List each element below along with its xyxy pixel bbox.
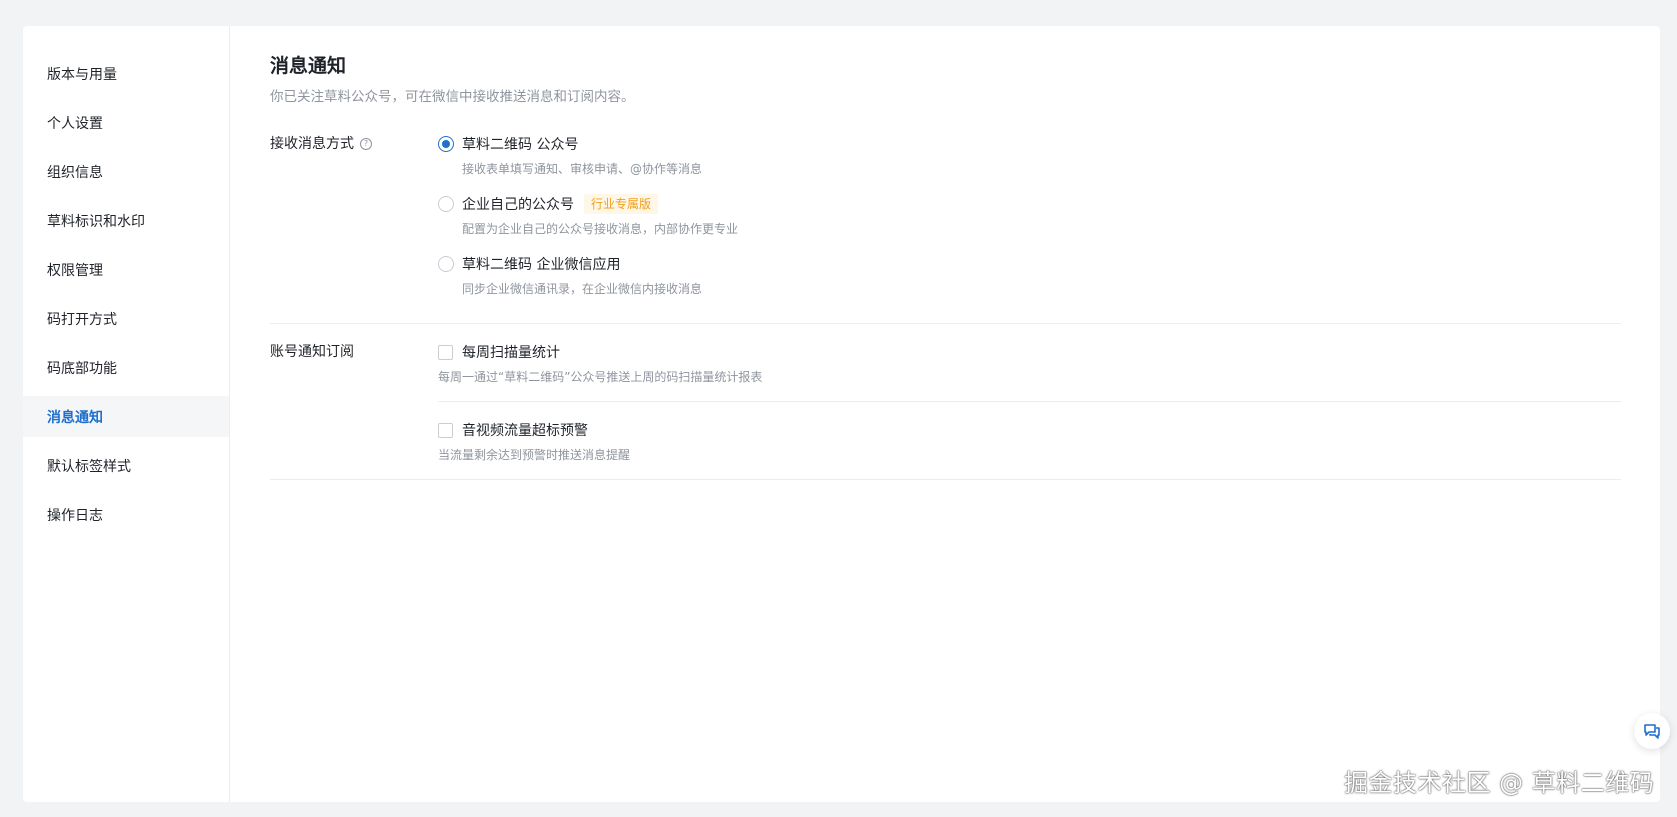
sidebar-item-personal-settings[interactable]: 个人设置: [23, 102, 229, 143]
sidebar-item-organization-info[interactable]: 组织信息: [23, 151, 229, 192]
settings-panel: 版本与用量 个人设置 组织信息 草料标识和水印 权限管理 码打开方式 码底部功能…: [23, 26, 1660, 802]
receive-option-wecom-app: 草料二维码 企业微信应用 同步企业微信通讯录，在企业微信内接收消息: [438, 253, 1621, 298]
subscription-item-description: 每周一通过“草料二维码”公众号推送上周的码扫描量统计报表: [438, 370, 763, 384]
subscription-items: 每周扫描量统计 每周一通过“草料二维码”公众号推送上周的码扫描量统计报表 音视频…: [438, 341, 1621, 479]
sidebar-item-default-label-style[interactable]: 默认标签样式: [23, 445, 229, 486]
feedback-chat-button[interactable]: [1634, 713, 1670, 749]
chat-bubble-icon: [1644, 724, 1660, 739]
radio-wecom-app[interactable]: [438, 256, 454, 272]
subscription-item-label[interactable]: 音视频流量超标预警: [462, 420, 588, 440]
subscription-item-weekly-scan: 每周扫描量统计 每周一通过“草料二维码”公众号推送上周的码扫描量统计报表: [438, 341, 1621, 401]
sidebar-item-version-usage[interactable]: 版本与用量: [23, 53, 229, 94]
radio-caoliao-official[interactable]: [438, 136, 454, 152]
option-label[interactable]: 草料二维码 企业微信应用: [462, 254, 620, 274]
page-title: 消息通知: [270, 55, 347, 77]
watermark: 掘金技术社区 @ 草料二维码: [1344, 769, 1655, 797]
subscription-section: 账号通知订阅 每周扫描量统计 每周一通过“草料二维码”公众号推送上周的码扫描量统…: [270, 324, 1621, 480]
settings-sidebar: 版本与用量 个人设置 组织信息 草料标识和水印 权限管理 码打开方式 码底部功能…: [23, 26, 230, 802]
receive-method-label-text: 接收消息方式: [270, 136, 354, 152]
sidebar-item-notifications[interactable]: 消息通知: [23, 396, 229, 437]
option-label[interactable]: 企业自己的公众号: [462, 194, 574, 214]
receive-option-enterprise-official: 企业自己的公众号 行业专属版 配置为企业自己的公众号接收消息，内部协作更专业: [438, 193, 1621, 238]
option-label[interactable]: 草料二维码 公众号: [462, 134, 578, 154]
radio-enterprise-official[interactable]: [438, 196, 454, 212]
receive-method-options: 草料二维码 公众号 接收表单填写通知、审核申请、@协作等消息 企业自己的公众号 …: [438, 133, 1621, 313]
help-icon[interactable]: ?: [360, 138, 372, 150]
receive-method-label: 接收消息方式 ?: [270, 133, 438, 155]
page-description: 你已关注草料公众号，可在微信中接收推送消息和订阅内容。: [270, 89, 635, 105]
industry-edition-badge: 行业专属版: [584, 194, 659, 214]
sidebar-item-bottom-features[interactable]: 码底部功能: [23, 347, 229, 388]
sidebar-item-branding-watermark[interactable]: 草料标识和水印: [23, 200, 229, 241]
sidebar-item-operation-log[interactable]: 操作日志: [23, 494, 229, 535]
subscription-item-traffic-alert: 音视频流量超标预警 当流量剩余达到预警时推送消息提醒: [438, 401, 1621, 479]
subscription-label: 账号通知订阅: [270, 341, 438, 363]
option-description: 配置为企业自己的公众号接收消息，内部协作更专业: [462, 222, 739, 236]
receive-option-caoliao-official: 草料二维码 公众号 接收表单填写通知、审核申请、@协作等消息: [438, 133, 1621, 178]
notifications-content: 消息通知 你已关注草料公众号，可在微信中接收推送消息和订阅内容。 接收消息方式 …: [230, 26, 1660, 802]
subscription-item-label[interactable]: 每周扫描量统计: [462, 342, 560, 362]
checkbox-weekly-scan[interactable]: [438, 344, 453, 360]
checkbox-traffic-alert[interactable]: [438, 422, 453, 438]
subscription-label-text: 账号通知订阅: [270, 344, 354, 360]
sidebar-item-open-mode[interactable]: 码打开方式: [23, 298, 229, 339]
receive-method-section: 接收消息方式 ? 草料二维码 公众号 接收表单填写通知、审核申请、@协作等消息 …: [270, 133, 1621, 324]
subscription-item-description: 当流量剩余达到预警时推送消息提醒: [438, 448, 631, 462]
option-description: 同步企业微信通讯录，在企业微信内接收消息: [462, 282, 703, 296]
sidebar-item-permissions[interactable]: 权限管理: [23, 249, 229, 290]
option-description: 接收表单填写通知、审核申请、@协作等消息: [462, 162, 703, 176]
